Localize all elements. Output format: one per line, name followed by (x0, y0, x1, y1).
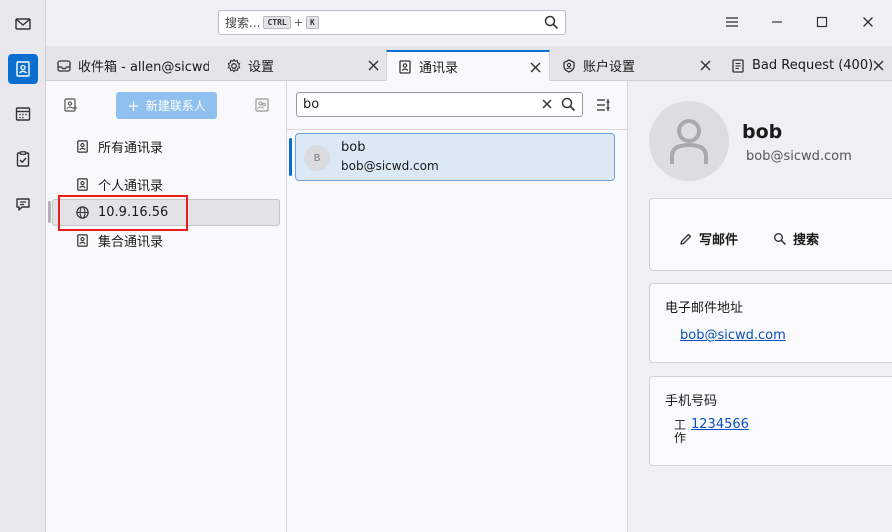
email-link[interactable]: bob@sicwd.com (680, 328, 786, 343)
global-search-box[interactable]: 搜索... CTRL + K (218, 10, 566, 35)
calendar-icon (15, 107, 31, 121)
tab-address-book-label: 通讯录 (419, 61, 459, 76)
tab-bad-request-close-button[interactable] (870, 57, 886, 73)
tab-settings[interactable]: 设置 (217, 50, 387, 81)
book-item-personal[interactable]: 个人通讯录 (52, 171, 280, 198)
actions-panel: 写邮件 搜索 (649, 198, 892, 271)
contact-search-value: bo (303, 97, 320, 112)
phone-section-title: 手机号码 (665, 394, 718, 409)
address-book-toolbar: + 新建联系人 (46, 81, 287, 129)
contacts-pane: bo B bob bob@sicwd.com (287, 81, 628, 532)
email-section: 电子邮件地址 bob@sicwd.com (649, 283, 892, 363)
close-icon (368, 60, 378, 70)
maximize-button[interactable] (812, 12, 832, 32)
tab-inbox[interactable]: 收件箱 - allen@sicwd. (46, 50, 209, 81)
phone-type-label: 工作 (674, 418, 687, 445)
address-book-pane: + 新建联系人 所有通讯录 个人通讯录 10.9.16.56 集合通讯录 (46, 81, 287, 532)
tab-account-settings[interactable]: 账户设置 (551, 50, 719, 81)
highlight-box (58, 195, 188, 231)
plus-icon: + (127, 96, 140, 115)
book-item-label: 个人通讯录 (98, 179, 164, 194)
shortcut-k-key: K (305, 16, 319, 29)
close-icon (863, 17, 873, 27)
address-book-space-button[interactable] (8, 54, 38, 84)
chat-space-button[interactable] (8, 189, 38, 219)
book-item-all[interactable]: 所有通讯录 (52, 133, 280, 160)
search-messages-button[interactable]: 搜索 (773, 229, 819, 248)
contact-photo (649, 101, 729, 181)
write-mail-button[interactable]: 写邮件 (679, 229, 738, 248)
maximize-icon (816, 16, 828, 28)
address-book-icon (16, 61, 30, 77)
contact-name: bob (341, 140, 366, 155)
tab-address-book[interactable]: 通讯录 (386, 50, 550, 81)
inbox-icon (57, 59, 71, 72)
selection-indicator (48, 201, 51, 223)
address-book-icon (77, 140, 88, 153)
contact-details-pane: bob bob@sicwd.com 写邮件 搜索 电子邮件地址 bob@sicw… (628, 81, 892, 532)
new-address-book-icon[interactable] (62, 97, 78, 113)
new-list-icon[interactable] (254, 97, 270, 113)
tab-bar: 收件箱 - allen@sicwd. 设置 通讯录 账户设置 Bad Reque… (46, 46, 892, 81)
email-section-title: 电子邮件地址 (665, 301, 744, 316)
tab-settings-close-button[interactable] (365, 57, 381, 73)
gear-icon (227, 58, 241, 72)
shortcut-ctrl-key: CTRL (263, 16, 291, 29)
close-window-button[interactable] (858, 12, 878, 32)
search-icon (774, 232, 787, 245)
selected-row-indicator (289, 138, 292, 176)
document-icon (732, 58, 744, 73)
contact-avatar: B (304, 145, 330, 171)
global-search-placeholder: 搜索... (225, 16, 261, 30)
book-item-label: 所有通讯录 (98, 141, 164, 156)
address-book-icon (399, 59, 411, 74)
address-book-icon (77, 234, 88, 247)
search-icon[interactable] (544, 15, 559, 30)
search-icon[interactable] (561, 97, 576, 112)
tab-account-settings-label: 账户设置 (583, 60, 636, 75)
calendar-space-button[interactable] (8, 99, 38, 129)
list-options-icon[interactable] (595, 97, 611, 113)
new-contact-label: 新建联系人 (145, 99, 206, 113)
new-contact-button[interactable]: + 新建联系人 (116, 92, 217, 119)
menu-button[interactable] (722, 12, 742, 32)
spaces-toolbar (0, 0, 46, 532)
tab-account-settings-close-button[interactable] (697, 57, 713, 73)
pencil-icon (680, 233, 692, 245)
book-item-label: 集合通讯录 (98, 235, 164, 250)
tab-bad-request-label: Bad Request (400) (752, 58, 874, 73)
contact-search-input[interactable]: bo (296, 92, 583, 117)
contact-email: bob@sicwd.com (341, 159, 439, 173)
write-mail-label: 写邮件 (699, 233, 739, 248)
mail-space-button[interactable] (8, 9, 38, 39)
tab-bad-request[interactable]: Bad Request (400) (720, 50, 892, 81)
tab-settings-label: 设置 (248, 60, 275, 75)
mail-icon (15, 18, 31, 30)
title-bar: 搜索... CTRL + K (46, 0, 892, 46)
address-book-icon (77, 178, 88, 191)
close-icon (530, 62, 540, 72)
close-icon (700, 60, 710, 70)
person-icon (670, 119, 708, 164)
shortcut-plus: + (293, 16, 303, 29)
clear-search-icon[interactable] (540, 97, 554, 111)
tab-address-book-close-button[interactable] (527, 59, 543, 75)
book-item-collected[interactable]: 集合通讯录 (52, 227, 280, 254)
contact-list: B bob bob@sicwd.com (287, 129, 627, 532)
tasks-space-button[interactable] (8, 144, 38, 174)
phone-number-link[interactable]: 1234566 (691, 417, 749, 432)
contact-row[interactable]: B bob bob@sicwd.com (289, 133, 615, 181)
account-icon (563, 58, 575, 73)
chat-bubble-icon (16, 198, 30, 211)
contact-primary-email: bob@sicwd.com (746, 149, 852, 164)
tab-inbox-label: 收件箱 - allen@sicwd. (78, 60, 209, 75)
phone-section: 手机号码 工作 1234566 (649, 376, 892, 466)
close-icon (873, 60, 883, 70)
minimize-icon (772, 21, 782, 23)
hamburger-menu-icon (726, 17, 738, 27)
search-messages-label: 搜索 (793, 233, 820, 248)
clipboard-check-icon (16, 151, 30, 167)
contact-display-name: bob (742, 121, 783, 143)
minimize-button[interactable] (767, 12, 787, 32)
